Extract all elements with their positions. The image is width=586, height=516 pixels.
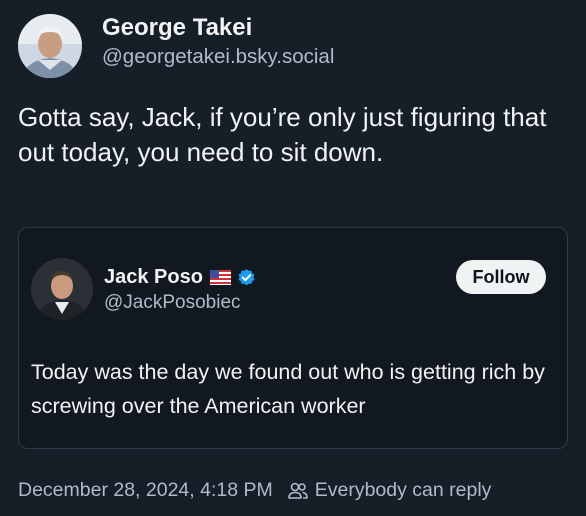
author-avatar[interactable] <box>18 14 82 78</box>
author-display-name[interactable]: George Takei <box>102 13 334 43</box>
quote-author-avatar[interactable] <box>31 258 93 320</box>
post-footer: December 28, 2024, 4:18 PM Everybody can… <box>18 479 491 502</box>
post-header: George Takei @georgetakei.bsky.social <box>18 14 334 78</box>
reply-setting[interactable]: Everybody can reply <box>315 479 492 502</box>
quote-author-handle[interactable]: @JackPosobiec <box>104 292 241 314</box>
post-text: Gotta say, Jack, if you’re only just fig… <box>18 102 547 167</box>
quote-name-row: Jack Poso <box>104 266 256 289</box>
people-icon <box>287 481 309 501</box>
author-handle[interactable]: @georgetakei.bsky.social <box>102 43 334 71</box>
follow-button[interactable]: Follow <box>456 260 546 294</box>
author-info: George Takei @georgetakei.bsky.social <box>102 13 334 71</box>
verified-badge-icon <box>237 268 256 287</box>
post-timestamp[interactable]: December 28, 2024, 4:18 PM <box>18 479 273 502</box>
quote-text: Today was the day we found out who is ge… <box>31 360 545 418</box>
quoted-post-card[interactable]: Jack Poso @JackPosobiec Follow Today was… <box>18 227 568 449</box>
us-flag-icon <box>209 270 231 285</box>
quote-author-display-name[interactable]: Jack Poso <box>104 266 203 289</box>
